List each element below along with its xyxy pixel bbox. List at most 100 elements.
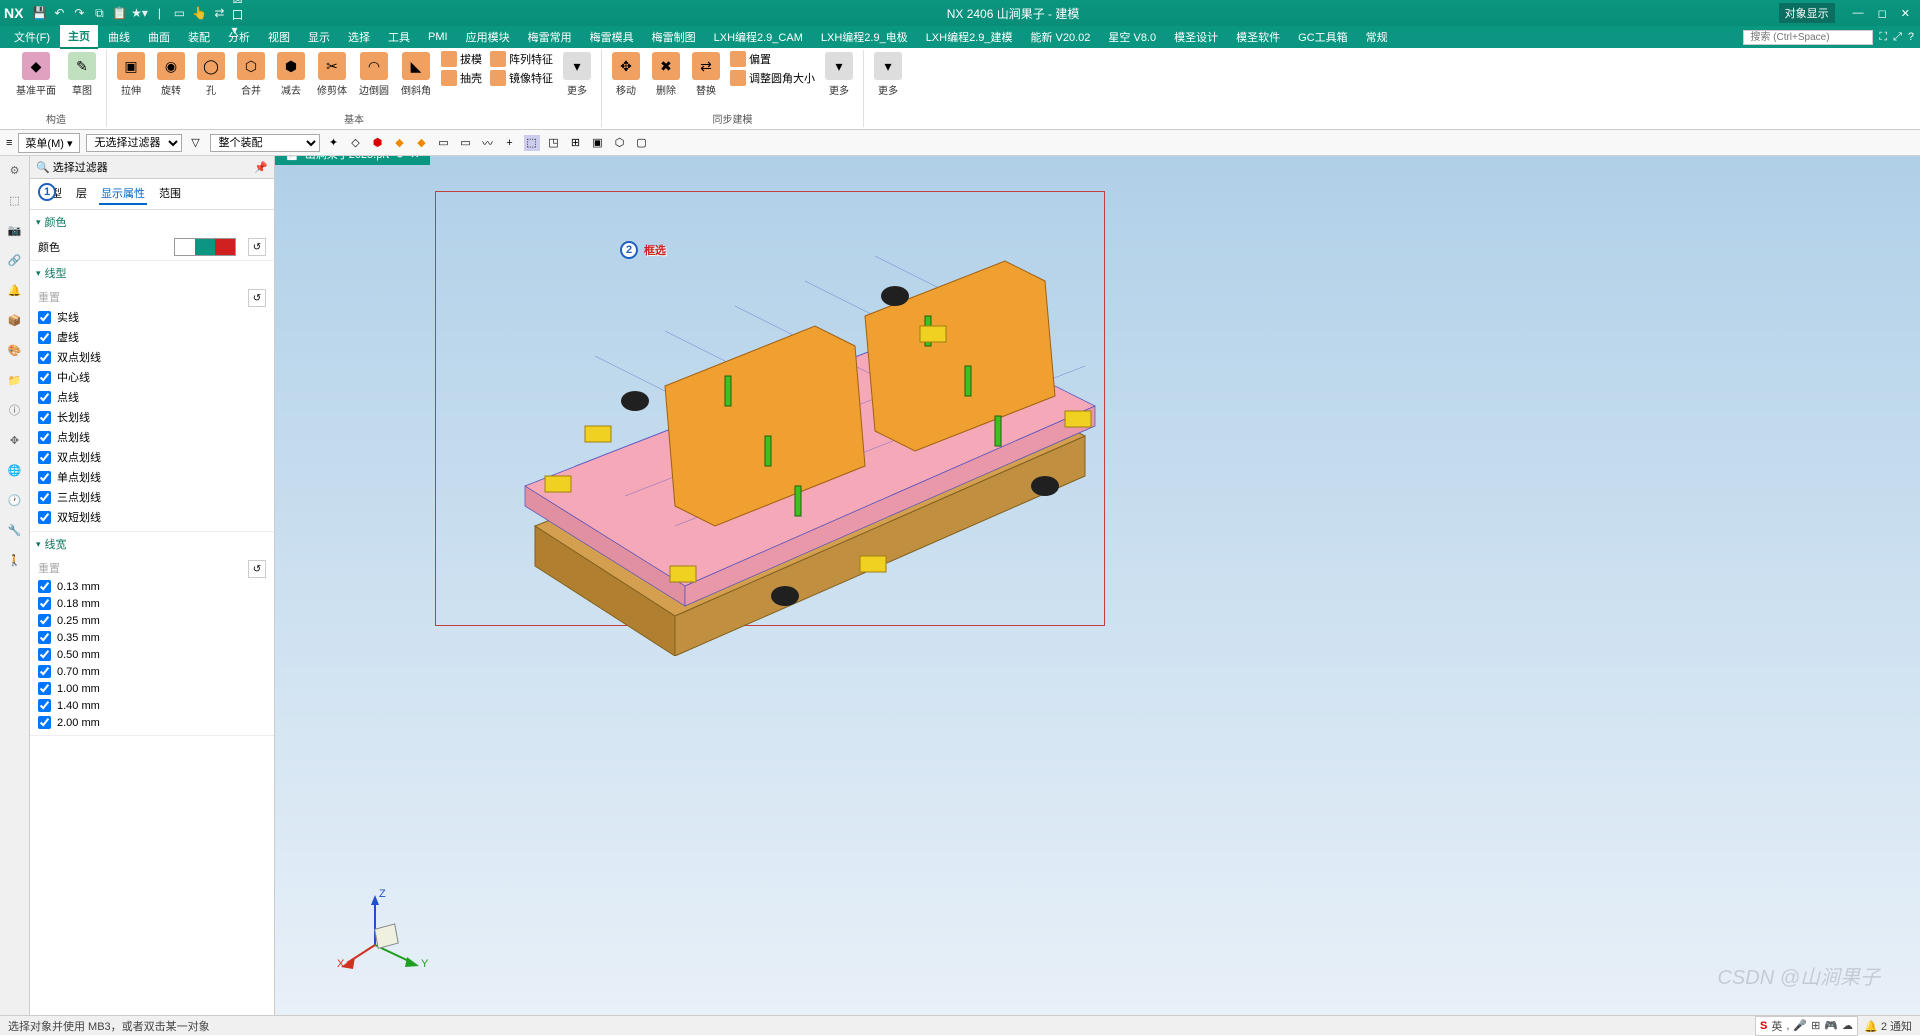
tab-tools[interactable]: 工具 [380, 26, 418, 48]
tool-icon-2[interactable]: ◇ [348, 135, 364, 151]
nav-icon[interactable]: ⬚ [5, 190, 25, 210]
linetype-check-7[interactable] [38, 451, 51, 464]
menu-list-icon[interactable]: ≡ [6, 137, 12, 149]
fullscreen-icon[interactable]: ⛶ [1879, 31, 1887, 44]
file-menu[interactable]: 文件(F) [6, 26, 58, 48]
tab-ml3[interactable]: 梅雷制图 [644, 26, 704, 48]
selection-filter-dropdown[interactable]: 无选择过滤器 [86, 134, 182, 152]
tool-icon-15[interactable]: ▢ [634, 135, 650, 151]
tool-icon-12[interactable]: ⊞ [568, 135, 584, 151]
tab-lxh2[interactable]: LXH编程2.9_电极 [813, 26, 916, 48]
gear-icon[interactable]: ⚙ [5, 160, 25, 180]
more-basic-button[interactable]: ▾更多 [559, 50, 595, 99]
chamfer-button[interactable]: ◣倒斜角 [397, 50, 435, 99]
linewidth-check-4[interactable] [38, 648, 51, 661]
mirror-button[interactable]: 镜像特征 [488, 69, 555, 87]
linetype-check-0[interactable] [38, 311, 51, 324]
info-icon[interactable]: ⓘ [5, 400, 25, 420]
linewidth-check-3[interactable] [38, 631, 51, 644]
shell-button[interactable]: 抽壳 [439, 69, 484, 87]
tab-lxh1[interactable]: LXH编程2.9_CAM [706, 26, 811, 48]
browser-icon[interactable]: 🌐 [5, 460, 25, 480]
tab-gc[interactable]: GC工具箱 [1290, 26, 1356, 48]
tool-icon-10[interactable]: ⬚ [524, 135, 540, 151]
extrude-button[interactable]: ▣拉伸 [113, 50, 149, 99]
linetype-check-2[interactable] [38, 351, 51, 364]
window-dropdown[interactable]: 窗口▾ [231, 5, 247, 21]
tool-icon-13[interactable]: ▣ [590, 135, 606, 151]
linewidth-check-1[interactable] [38, 597, 51, 610]
tool-icon-1[interactable]: ✦ [326, 135, 342, 151]
help-icon[interactable]: ? [1908, 31, 1914, 44]
color-swatches[interactable] [174, 238, 236, 256]
linetype-reset-icon[interactable]: ↺ [248, 289, 266, 307]
copy-icon[interactable]: ⧉ [91, 5, 107, 21]
linetype-check-10[interactable] [38, 511, 51, 524]
redo-icon[interactable]: ↷ [71, 5, 87, 21]
star-icon[interactable]: ★▾ [131, 5, 147, 21]
history-icon[interactable]: 🕐 [5, 490, 25, 510]
tool-icon-7[interactable]: ▭ [458, 135, 474, 151]
viewport[interactable]: 📄 山涧果子2025.prt ↻ ✕ 2 框选 [275, 156, 1920, 1015]
unite-button[interactable]: ⬡合并 [233, 50, 269, 99]
resize-blend-button[interactable]: 调整圆角大小 [728, 69, 817, 87]
replace-button[interactable]: ⇄替换 [688, 50, 724, 99]
move-button[interactable]: ✥移动 [608, 50, 644, 99]
trim-body-button[interactable]: ✂修剪体 [313, 50, 351, 99]
linewidth-check-2[interactable] [38, 614, 51, 627]
tab-ml1[interactable]: 梅雷常用 [520, 26, 580, 48]
tab-ms2[interactable]: 模圣软件 [1228, 26, 1288, 48]
panel-tab-range[interactable]: 范围 [157, 183, 183, 205]
color-section-header[interactable]: 颜色 [30, 210, 274, 234]
save-icon[interactable]: 💾 [31, 5, 47, 21]
assembly-filter-dropdown[interactable]: 整个装配 [210, 134, 320, 152]
linewidth-check-7[interactable] [38, 699, 51, 712]
tool-icon-5[interactable]: ◆ [414, 135, 430, 151]
linetype-check-8[interactable] [38, 471, 51, 484]
view-triad[interactable]: Z Y X [335, 885, 435, 985]
linetype-check-3[interactable] [38, 371, 51, 384]
tool-icon-11[interactable]: ◳ [546, 135, 562, 151]
tool-icon-4[interactable]: ◆ [392, 135, 408, 151]
tab-display[interactable]: 显示 [300, 26, 338, 48]
tab-ml2[interactable]: 梅雷模具 [582, 26, 642, 48]
menu-button[interactable]: 菜单(M) ▾ [18, 133, 79, 153]
linewidth-reset-icon[interactable]: ↺ [248, 560, 266, 578]
maximize-button[interactable]: ◻ [1872, 5, 1893, 22]
linewidth-check-6[interactable] [38, 682, 51, 695]
revolve-button[interactable]: ◉旋转 [153, 50, 189, 99]
minimize-button[interactable]: — [1847, 5, 1870, 21]
panel-tab-layer[interactable]: 层 [74, 183, 89, 205]
linewidth-check-8[interactable] [38, 716, 51, 729]
expand-icon[interactable]: ⤢ [1893, 31, 1902, 44]
tab-view[interactable]: 视图 [260, 26, 298, 48]
linetype-check-5[interactable] [38, 411, 51, 424]
document-tab[interactable]: 📄 山涧果子2025.prt ↻ ✕ [275, 156, 430, 165]
linetype-section-header[interactable]: 线型 [30, 261, 274, 285]
draft-button[interactable]: 拔模 [439, 50, 484, 68]
more-sync-button[interactable]: ▾更多 [821, 50, 857, 99]
hole-button[interactable]: ◯孔 [193, 50, 229, 99]
linewidth-section-header[interactable]: 线宽 [30, 532, 274, 556]
tool-icon-9[interactable]: + [502, 135, 518, 151]
filter-icon[interactable]: ▽ [188, 135, 204, 151]
tab-xk[interactable]: 星空 V8.0 [1100, 26, 1164, 48]
sketch-button[interactable]: ✎草图 [64, 50, 100, 99]
tab-app[interactable]: 应用模块 [458, 26, 518, 48]
tab-ms1[interactable]: 模圣设计 [1166, 26, 1226, 48]
undo-icon[interactable]: ↶ [51, 5, 67, 21]
tab-pmi[interactable]: PMI [420, 28, 456, 46]
datum-plane-button[interactable]: ◆基准平面 [12, 50, 60, 99]
tab-home[interactable]: 主页 [60, 25, 98, 49]
search-input[interactable] [1743, 30, 1873, 45]
close-button[interactable]: ✕ [1895, 5, 1916, 22]
camera-icon[interactable]: 📷 [5, 220, 25, 240]
tools-icon[interactable]: 🔧 [5, 520, 25, 540]
delete-button[interactable]: ✖删除 [648, 50, 684, 99]
panel-tab-display[interactable]: 显示属性 [99, 183, 147, 205]
ime-indicator[interactable]: S 英,🎤⊞🎮☁ [1755, 1016, 1858, 1036]
notification-badge[interactable]: 🔔 2 通知 [1864, 1018, 1912, 1034]
bell-icon[interactable]: 🔔 [5, 280, 25, 300]
more-button[interactable]: ▾更多 [870, 50, 906, 99]
edge-blend-button[interactable]: ◠边倒圆 [355, 50, 393, 99]
